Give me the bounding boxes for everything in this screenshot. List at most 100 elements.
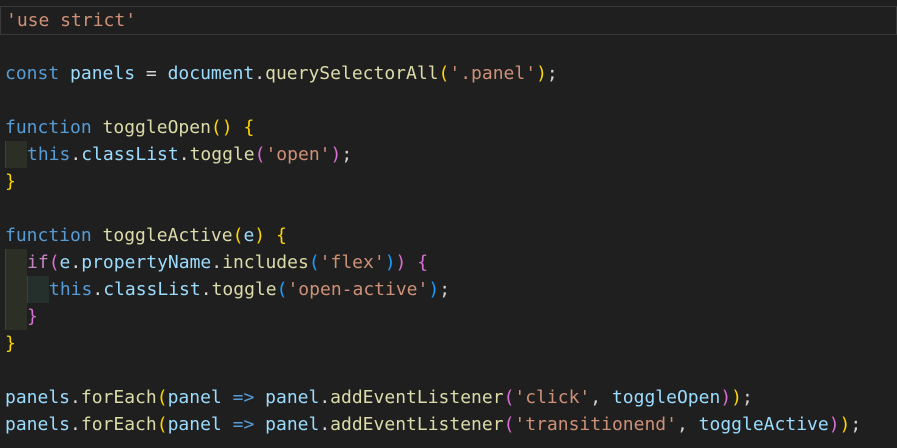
code-token: ) xyxy=(828,414,840,435)
code-token: . xyxy=(254,63,266,84)
code-token: ( xyxy=(156,387,168,408)
code-token: ) xyxy=(254,225,266,246)
code-token: 'open' xyxy=(265,144,331,165)
code-token: . xyxy=(70,414,81,435)
code-token: forEach xyxy=(80,414,157,435)
code-token: document xyxy=(167,63,255,84)
code-token: { xyxy=(417,252,429,273)
code-token: panel xyxy=(167,387,222,408)
code-token: ( xyxy=(438,63,450,84)
code-token: panels xyxy=(5,414,71,435)
code-token: toggleActive xyxy=(698,414,829,435)
indent-guide xyxy=(5,303,27,330)
code-token: function xyxy=(5,225,92,246)
code-line[interactable]: if(e.propertyName.includes('flex')) { xyxy=(0,249,897,276)
code-token: ) xyxy=(536,63,547,84)
code-line[interactable]: } xyxy=(0,168,897,195)
code-token: () xyxy=(210,117,233,138)
code-token: ) xyxy=(428,279,440,300)
code-token: classList xyxy=(81,144,179,165)
code-token: . xyxy=(92,279,104,300)
code-token: addEventListener xyxy=(330,387,504,408)
code-token: addEventListener xyxy=(330,414,504,435)
code-token: ; xyxy=(546,63,558,84)
code-token: ) xyxy=(330,144,342,165)
code-line[interactable]: 'use strict' xyxy=(0,6,897,35)
indent-guide xyxy=(5,141,27,168)
code-line[interactable]: } xyxy=(0,330,897,357)
code-token: ( xyxy=(503,387,515,408)
code-token: panel xyxy=(265,387,320,408)
code-token: . xyxy=(70,252,82,273)
code-token: ( xyxy=(156,414,168,435)
code-token: panels xyxy=(5,387,71,408)
code-token: . xyxy=(200,279,212,300)
code-token: 'click' xyxy=(514,387,591,408)
code-token: => xyxy=(232,387,255,408)
code-token: => xyxy=(232,414,255,435)
code-token: ; xyxy=(742,387,753,408)
code-token: . xyxy=(70,387,81,408)
code-token: const xyxy=(5,63,60,84)
code-line[interactable]: const panels = document.querySelectorAll… xyxy=(0,60,897,87)
code-token: forEach xyxy=(80,387,157,408)
code-token: ; xyxy=(341,144,353,165)
code-line[interactable]: function toggleOpen() { xyxy=(0,114,897,141)
code-token: } xyxy=(5,333,16,354)
code-line[interactable]: function toggleActive(e) { xyxy=(0,222,897,249)
code-token: } xyxy=(27,306,38,327)
code-line[interactable]: this.classList.toggle('open'); xyxy=(0,141,897,168)
code-token: ; xyxy=(850,414,862,435)
indent-guide xyxy=(5,249,27,276)
code-token: ) xyxy=(384,252,396,273)
code-token: ) xyxy=(731,387,743,408)
code-token: toggle xyxy=(189,144,255,165)
code-token: e xyxy=(243,225,255,246)
code-token: . xyxy=(319,414,331,435)
code-token: { xyxy=(243,117,255,138)
code-token: 'open-active' xyxy=(287,279,429,300)
code-token: toggleOpen xyxy=(611,387,721,408)
code-token: e xyxy=(59,252,71,273)
code-token: classList xyxy=(103,279,201,300)
code-token: toggleOpen xyxy=(102,117,211,138)
code-line[interactable]: this.classList.toggle('open-active'); xyxy=(0,276,897,303)
code-token: ) xyxy=(720,387,732,408)
code-token: ( xyxy=(308,252,320,273)
code-token: this xyxy=(27,144,71,165)
code-token: ( xyxy=(232,225,244,246)
code-editor[interactable]: } 'use strict' const panels = document.qu… xyxy=(0,0,897,448)
code-token: ( xyxy=(276,279,288,300)
code-token: '.panel' xyxy=(449,63,537,84)
previous-line-fragment: } xyxy=(0,0,897,4)
code-token: ( xyxy=(48,252,60,273)
code-line[interactable]: panels.forEach(panel => panel.addEventLi… xyxy=(0,384,897,411)
code-token: 'use strict' xyxy=(6,10,137,31)
code-token: toggle xyxy=(211,279,277,300)
code-token: panel xyxy=(167,414,222,435)
code-token: , xyxy=(590,387,612,408)
code-token: = xyxy=(135,63,168,84)
code-token: } xyxy=(5,171,16,192)
code-token: , xyxy=(676,414,699,435)
code-token: this xyxy=(49,279,93,300)
code-token: ( xyxy=(254,144,266,165)
code-token: ) xyxy=(839,414,851,435)
code-token: ( xyxy=(503,414,515,435)
code-token: propertyName xyxy=(81,252,212,273)
indent-guide xyxy=(5,276,27,303)
code-token: . xyxy=(319,387,331,408)
code-line[interactable]: } xyxy=(0,303,897,330)
code-token: ) xyxy=(395,252,407,273)
code-token: toggleActive xyxy=(102,225,233,246)
code-token: 'transitionend' xyxy=(514,414,677,435)
code-token: . xyxy=(211,252,223,273)
code-line[interactable]: panels.forEach(panel => panel.addEventLi… xyxy=(0,411,897,438)
